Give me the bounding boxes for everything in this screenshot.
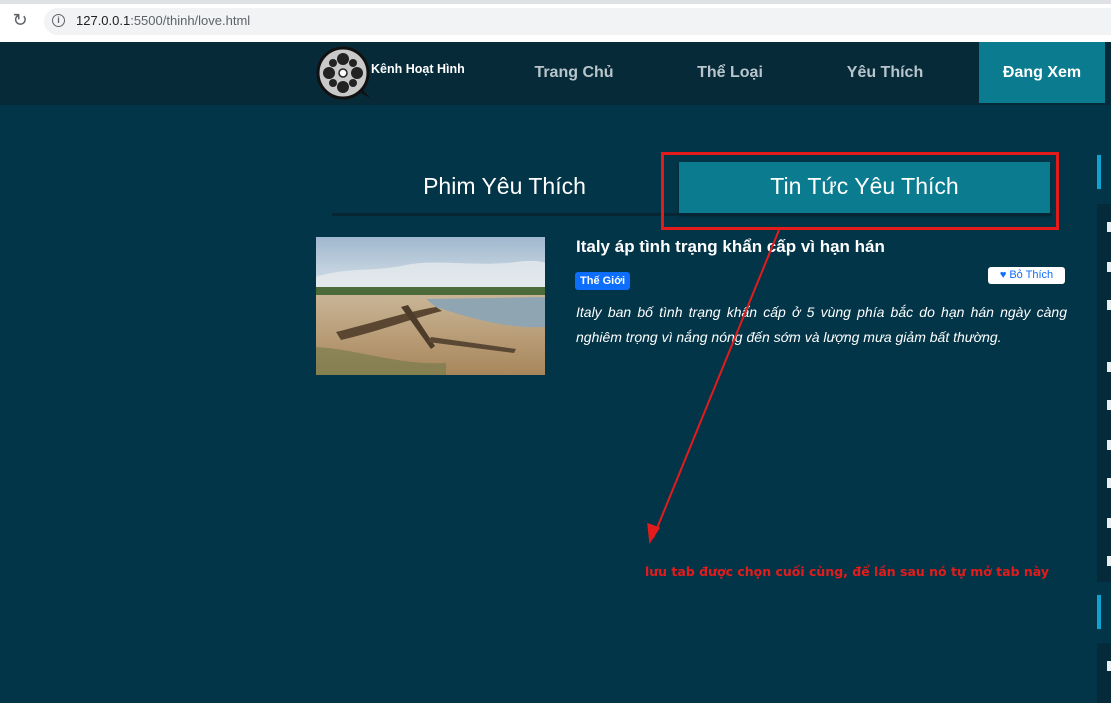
- site-navbar: Kênh Hoạt Hình Trang Chủ Thể Loại Yêu Th…: [0, 42, 1111, 105]
- tab-favorite-movies[interactable]: Phim Yêu Thích: [332, 162, 677, 210]
- site-brand[interactable]: Kênh Hoạt Hình: [371, 62, 465, 76]
- sidebar-panel: [1097, 643, 1111, 703]
- url-path: :5500/thinh/love.html: [130, 13, 251, 28]
- sidebar-mark: [1107, 362, 1111, 372]
- browser-tab-strip-edge: [0, 0, 1111, 4]
- nav-item-categories[interactable]: Thể Loại: [660, 42, 800, 103]
- category-badge[interactable]: Thế Giới: [575, 272, 631, 290]
- article-description: Italy ban bố tình trạng khẩn cấp ở 5 vùn…: [576, 304, 1067, 345]
- unlike-button[interactable]: ♥ Bỏ Thích: [988, 267, 1065, 284]
- annotation-highlight-box: [661, 152, 1059, 230]
- browser-toolbar: ↻ i 127.0.0.1:5500/thinh/love.html: [0, 0, 1111, 42]
- sidebar-mark: [1107, 556, 1111, 566]
- article-thumbnail[interactable]: [316, 237, 545, 375]
- url-text[interactable]: 127.0.0.1:5500/thinh/love.html: [76, 13, 250, 28]
- sidebar-mark: [1107, 661, 1111, 671]
- sidebar-accent-bar: [1097, 595, 1101, 629]
- sidebar-mark: [1107, 222, 1111, 232]
- annotation-arrow: [647, 229, 780, 545]
- sidebar-mark: [1107, 478, 1111, 488]
- film-reel-logo-icon[interactable]: [316, 46, 370, 100]
- unlike-button-label: Bỏ Thích: [1009, 269, 1054, 281]
- site-info-icon[interactable]: i: [52, 14, 65, 27]
- nav-item-watching[interactable]: Đang Xem: [979, 42, 1105, 103]
- annotation-note: lưu tab được chọn cuối cùng, để lần sau …: [645, 564, 1049, 579]
- sidebar-mark: [1107, 262, 1111, 272]
- sidebar-accent-bar: [1097, 155, 1101, 189]
- heart-icon: ♥: [999, 269, 1007, 281]
- nav-item-favorites[interactable]: Yêu Thích: [815, 42, 955, 103]
- sidebar-mark: [1107, 440, 1111, 450]
- sidebar-mark: [1107, 300, 1111, 310]
- reload-icon[interactable]: ↻: [10, 10, 30, 32]
- nav-item-home[interactable]: Trang Chủ: [505, 42, 643, 103]
- sidebar-mark: [1107, 400, 1111, 410]
- sidebar-mark: [1107, 518, 1111, 528]
- article-title[interactable]: Italy áp tình trạng khẩn cấp vì hạn hán: [576, 237, 885, 257]
- address-bar[interactable]: i 127.0.0.1:5500/thinh/love.html: [44, 8, 1111, 35]
- url-host: 127.0.0.1: [76, 13, 131, 28]
